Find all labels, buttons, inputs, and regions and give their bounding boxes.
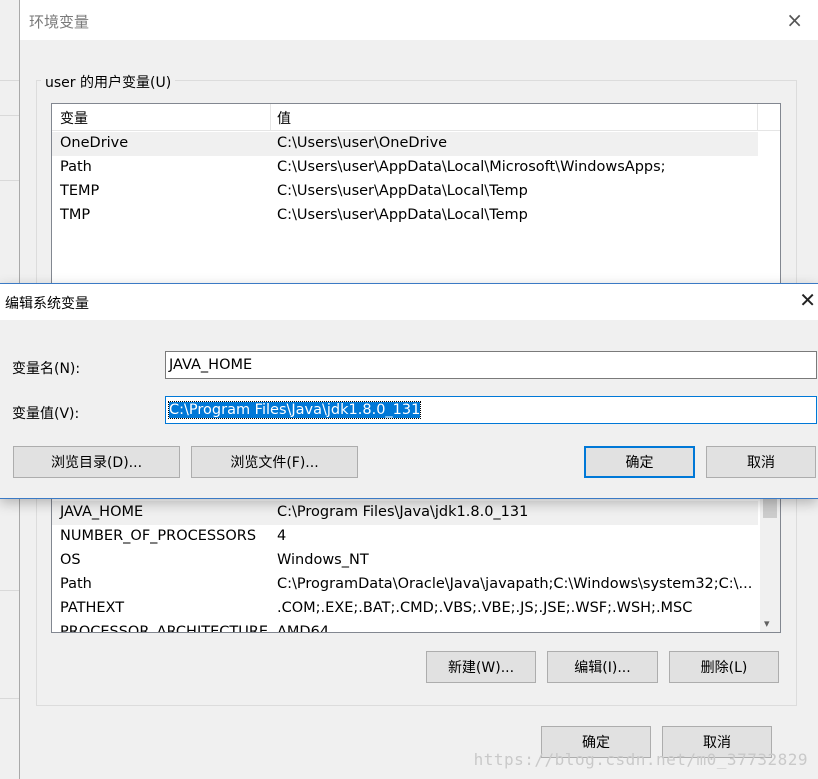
variable-value: C:\Users\user\AppData\Local\Microsoft\Wi… xyxy=(277,159,666,175)
list-item[interactable]: NUMBER_OF_PROCESSORS 4 xyxy=(52,525,780,549)
vertical-scrollbar[interactable]: ▾ xyxy=(760,480,780,632)
column-header-value[interactable]: 值 xyxy=(277,108,291,128)
background-divider xyxy=(0,180,20,181)
selected-text: C:\Program Files\Java\jdk1.8.0_131 xyxy=(167,401,422,419)
variable-value: C:\Users\user\OneDrive xyxy=(277,135,448,151)
variable-value: AMD64 xyxy=(277,624,330,633)
variable-value: C:\Users\user\AppData\Local\Temp xyxy=(277,207,528,223)
edit-variable-button[interactable]: 编辑(I)... xyxy=(547,651,658,683)
browse-directory-button[interactable]: 浏览目录(D)... xyxy=(13,446,180,478)
background-divider xyxy=(0,115,20,116)
list-item[interactable]: TMP C:\Users\user\AppData\Local\Temp xyxy=(52,204,780,228)
close-icon[interactable]: × xyxy=(786,10,803,30)
chevron-down-icon[interactable]: ▾ xyxy=(764,617,770,630)
env-dialog-titlebar: 环境变量 × xyxy=(20,0,818,40)
variable-value: 4 xyxy=(277,528,287,544)
background-divider xyxy=(0,80,20,81)
delete-variable-button[interactable]: 删除(L) xyxy=(669,651,779,683)
list-item[interactable]: PATHEXT .COM;.EXE;.BAT;.CMD;.VBS;.VBE;.J… xyxy=(52,597,780,621)
close-icon[interactable]: ✕ xyxy=(799,290,816,310)
variable-name: OS xyxy=(60,552,81,568)
user-variables-group-label: user 的用户变量(U) xyxy=(41,72,176,92)
list-item[interactable]: OS Windows_NT xyxy=(52,549,780,573)
variable-value-label: 变量值(V): xyxy=(12,406,80,422)
variable-name: TMP xyxy=(60,207,91,223)
variable-name-field[interactable]: JAVA_HOME xyxy=(165,351,817,379)
edit-system-variable-dialog: 编辑系统变量 ✕ 变量名(N): JAVA_HOME 变量值(V): C:\Pr… xyxy=(0,283,818,499)
browse-file-button[interactable]: 浏览文件(F)... xyxy=(191,446,358,478)
variable-value: Windows_NT xyxy=(277,552,369,568)
variable-name: Path xyxy=(60,159,92,175)
watermark-text: https://blog.csdn.net/m0_37732829 xyxy=(473,750,808,769)
variable-name-label: 变量名(N): xyxy=(12,361,81,377)
variable-value: C:\Users\user\AppData\Local\Temp xyxy=(277,183,528,199)
list-item[interactable]: PROCESSOR_ARCHITECTURE AMD64 xyxy=(52,621,780,633)
variable-value: C:\Program Files\Java\jdk1.8.0_131 xyxy=(277,504,529,520)
list-header: 变量 值 xyxy=(52,104,780,131)
column-header-variable[interactable]: 变量 xyxy=(60,108,88,128)
new-variable-button[interactable]: 新建(W)... xyxy=(426,651,536,683)
edit-ok-button[interactable]: 确定 xyxy=(584,446,695,478)
variable-value: .COM;.EXE;.BAT;.CMD;.VBS;.VBE;.JS;.JSE;.… xyxy=(277,600,693,616)
variable-name: NUMBER_OF_PROCESSORS xyxy=(60,528,257,544)
variable-value: C:\ProgramData\Oracle\Java\javapath;C:\W… xyxy=(277,576,753,592)
variable-name: PROCESSOR_ARCHITECTURE xyxy=(60,624,269,633)
edit-cancel-button[interactable]: 取消 xyxy=(706,446,816,478)
variable-name-value: JAVA_HOME xyxy=(169,357,253,373)
variable-name: Path xyxy=(60,576,92,592)
list-item[interactable]: Path C:\ProgramData\Oracle\Java\javapath… xyxy=(52,573,780,597)
scrollbar-thumb[interactable] xyxy=(763,496,777,518)
variable-value-field[interactable]: C:\Program Files\Java\jdk1.8.0_131 xyxy=(165,396,817,424)
list-item[interactable]: Path C:\Users\user\AppData\Local\Microso… xyxy=(52,156,780,180)
variable-name: JAVA_HOME xyxy=(60,504,144,520)
variable-name: PATHEXT xyxy=(60,600,125,616)
list-item[interactable]: JAVA_HOME C:\Program Files\Java\jdk1.8.0… xyxy=(52,501,758,525)
list-item[interactable]: OneDrive C:\Users\user\OneDrive xyxy=(52,132,758,156)
edit-dialog-titlebar: 编辑系统变量 ✕ xyxy=(0,284,818,320)
variable-name: TEMP xyxy=(60,183,100,199)
system-variables-list[interactable]: JAVA_HOME C:\Program Files\Java\jdk1.8.0… xyxy=(51,480,781,633)
column-separator[interactable] xyxy=(757,104,758,130)
edit-dialog-title: 编辑系统变量 xyxy=(5,296,89,312)
background-divider xyxy=(0,590,20,591)
list-item[interactable]: TEMP C:\Users\user\AppData\Local\Temp xyxy=(52,180,780,204)
user-variables-list[interactable]: 变量 值 OneDrive C:\Users\user\OneDrive Pat… xyxy=(51,103,781,295)
env-dialog-title: 环境变量 xyxy=(29,13,90,31)
column-separator[interactable] xyxy=(270,104,271,130)
background-divider xyxy=(0,698,20,699)
variable-name: OneDrive xyxy=(60,135,129,151)
